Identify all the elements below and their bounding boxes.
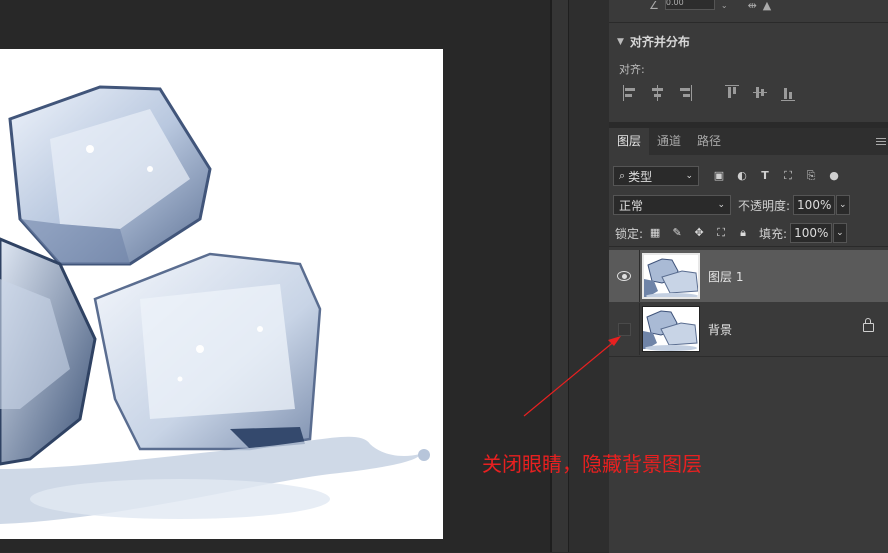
chevron-down-icon[interactable]: ▼ — [617, 37, 624, 47]
layer-row[interactable]: 图层 1 — [609, 250, 888, 302]
blend-row: 正常 ⌄ 不透明度: 100% ⌄ — [613, 194, 883, 216]
layers-list-top-border — [609, 246, 888, 247]
align-distribute-section: ▼ 对齐并分布 对齐: — [609, 22, 888, 123]
type-layer-filter-icon[interactable]: T — [759, 170, 771, 182]
filter-icons: ▣ ◐ T ⛶ ⎘ ● — [713, 170, 840, 182]
fill-label: 填充: — [759, 226, 788, 241]
align-bottom-edges-icon[interactable] — [781, 85, 795, 101]
lock-transparent-pixels-icon[interactable]: ▦ — [649, 227, 661, 239]
layer-filter-row: ⌕ 类型 ⌄ ▣ ◐ T ⛶ ⎘ ● — [613, 165, 883, 187]
opacity-dropdown[interactable]: ⌄ — [836, 195, 851, 215]
layer-name[interactable]: 图层 1 — [708, 268, 743, 285]
filter-kind-select[interactable]: ⌕ 类型 ⌄ — [613, 166, 699, 186]
prevent-auto-nesting-icon[interactable]: ⛶ — [715, 227, 727, 239]
align-title-text: 对齐并分布 — [629, 35, 690, 49]
canvas-area — [0, 0, 550, 552]
annotation-text: 关闭眼睛，隐藏背景图层 — [482, 452, 702, 476]
align-left-edges-icon[interactable] — [623, 85, 637, 101]
visibility-off-box[interactable] — [617, 322, 631, 336]
chevron-down-icon: ⌄ — [717, 200, 725, 210]
align-section-title[interactable]: ▼ 对齐并分布 — [617, 33, 690, 50]
filter-toggle-icon[interactable]: ● — [828, 170, 840, 182]
layer-thumbnail[interactable] — [642, 306, 700, 352]
top-angle-control: ∠ 0.00 ⌄ ⇹ ▲ — [649, 0, 771, 12]
ice-cubes-thumbnail — [643, 310, 698, 351]
chevron-down-icon: ⌄ — [839, 200, 847, 210]
lock-position-icon[interactable]: ✥ — [693, 227, 705, 239]
up-arrow-icon[interactable]: ▲ — [763, 0, 771, 12]
lock-image-pixels-icon[interactable]: ✎ — [671, 227, 683, 239]
align-top-edges-icon[interactable] — [725, 85, 739, 101]
fill-value: 100% — [794, 226, 829, 240]
layers-panel-tabs: 图层 通道 路径 — [609, 128, 888, 155]
chevron-down-icon[interactable]: ⌄ — [721, 1, 728, 10]
fill-input[interactable]: 100% — [790, 223, 833, 243]
opacity-value: 100% — [797, 198, 832, 212]
align-label: 对齐: — [619, 63, 645, 76]
align-right-edges-icon[interactable] — [679, 85, 693, 101]
panel-menu-icon[interactable] — [876, 138, 886, 147]
adjustment-layer-filter-icon[interactable]: ◐ — [736, 170, 748, 182]
pixel-layer-filter-icon[interactable]: ▣ — [713, 170, 725, 182]
flip-icon[interactable]: ⇹ — [748, 0, 757, 12]
document-canvas[interactable] — [0, 49, 443, 539]
tab-paths[interactable]: 路径 — [689, 128, 729, 155]
lock-label: 锁定: — [615, 226, 644, 241]
opacity-label: 不透明度: — [738, 198, 791, 213]
smart-object-filter-icon[interactable]: ⎘ — [805, 170, 817, 182]
align-horizontal-centers-icon[interactable] — [651, 85, 665, 101]
filter-kind-value: 类型 — [628, 169, 653, 184]
ice-cubes-image — [0, 85, 430, 524]
blend-mode-select[interactable]: 正常 ⌄ — [613, 195, 731, 215]
layer-visibility-toggle[interactable] — [609, 250, 640, 302]
tab-channels[interactable]: 通道 — [649, 128, 689, 155]
lock-row: 锁定: ▦ ✎ ✥ ⛶ 🔒︎ 填充: 100% ⌄ — [615, 223, 885, 243]
layer-row[interactable]: 背景 — [609, 303, 888, 355]
angle-input[interactable]: 0.00 — [664, 0, 715, 10]
chevron-down-icon: ⌄ — [836, 228, 844, 238]
eye-icon[interactable] — [617, 271, 631, 281]
align-icon-row — [623, 85, 809, 101]
layer-visibility-toggle[interactable] — [609, 303, 640, 355]
opacity-input[interactable]: 100% — [793, 195, 836, 215]
fill-dropdown[interactable]: ⌄ — [833, 223, 848, 243]
tab-layers[interactable]: 图层 — [609, 128, 650, 155]
ice-cubes-thumbnail — [644, 258, 698, 297]
lock-all-icon[interactable]: 🔒︎ — [737, 227, 749, 239]
align-vertical-centers-icon[interactable] — [753, 85, 767, 101]
blend-mode-value: 正常 — [619, 198, 644, 213]
shape-layer-filter-icon[interactable]: ⛶ — [782, 170, 794, 182]
search-icon: ⌕ — [619, 169, 626, 182]
layer-name[interactable]: 背景 — [708, 321, 732, 338]
layer-thumbnail[interactable] — [642, 253, 700, 299]
lock-icon[interactable] — [863, 318, 874, 332]
chevron-down-icon: ⌄ — [685, 171, 693, 181]
angle-icon: ∠ — [649, 0, 659, 12]
